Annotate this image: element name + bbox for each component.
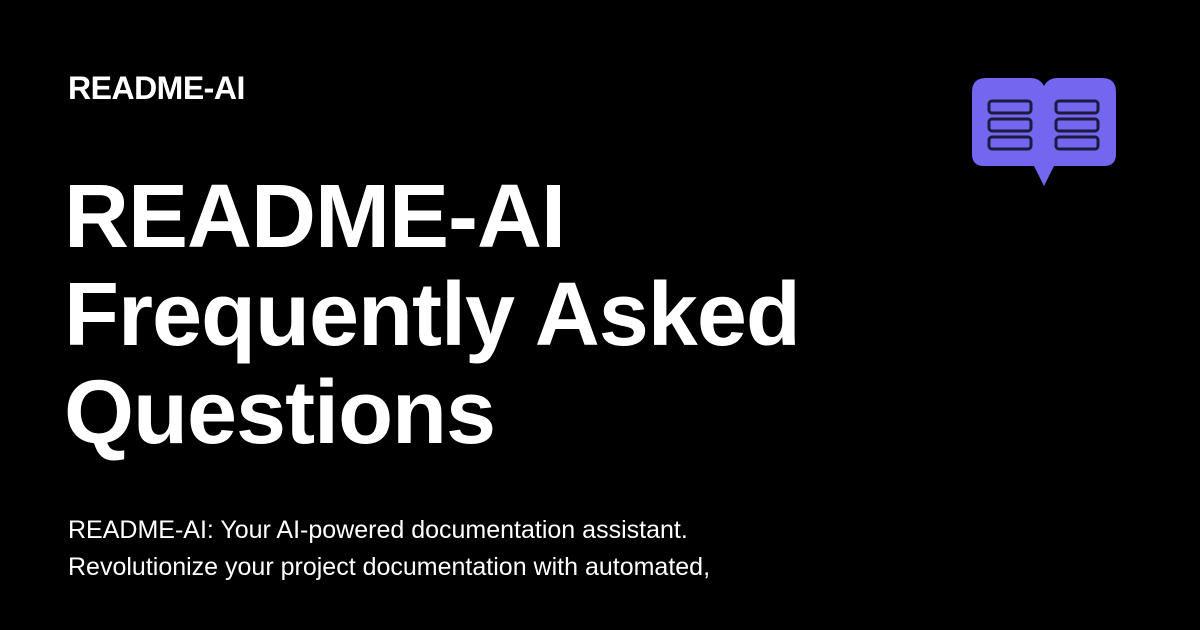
page-title: README-AI Frequently Asked Questions bbox=[64, 168, 944, 462]
description: README-AI: Your AI-powered documentation… bbox=[68, 512, 968, 586]
title-line: README-AI bbox=[64, 167, 566, 267]
description-line: Revolutionize your project documentation… bbox=[68, 553, 711, 581]
title-line: Questions bbox=[64, 363, 496, 463]
site-name: README-AI bbox=[68, 70, 245, 106]
title-line: Frequently Asked bbox=[64, 265, 801, 365]
social-card: README-AI README-AI Frequently Asked Que… bbox=[0, 0, 1200, 630]
book-icon bbox=[972, 78, 1116, 186]
description-line: README-AI: Your AI-powered documentation… bbox=[68, 516, 688, 544]
